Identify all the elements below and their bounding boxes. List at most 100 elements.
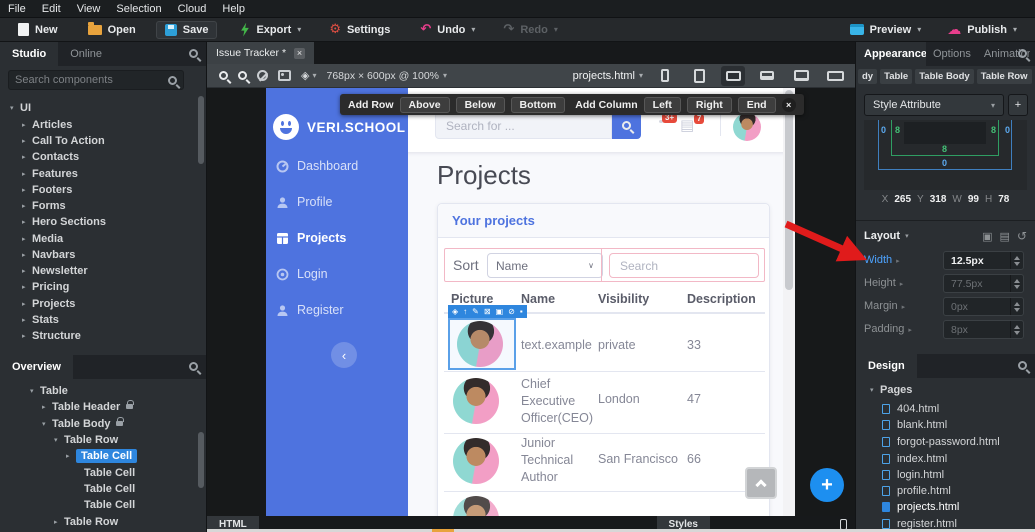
add-row-above-button[interactable]: Above	[399, 96, 450, 113]
height-label[interactable]: Height ▸	[864, 277, 903, 289]
width-stepper[interactable]	[1010, 252, 1023, 269]
breadcrumb-chip[interactable]: Table	[880, 69, 913, 84]
tab-appearance[interactable]: Appearance	[856, 42, 926, 66]
close-icon[interactable]: ×	[781, 97, 796, 112]
margin-stepper[interactable]	[1010, 298, 1023, 315]
pages-node[interactable]: ▾ Pages	[870, 384, 912, 396]
tab-issue-tracker[interactable]: Issue Tracker * ×	[207, 42, 315, 64]
zoom-out-icon[interactable]	[238, 71, 247, 80]
settings-button[interactable]: ⚙ Settings	[321, 21, 398, 38]
page-file-forgot-password[interactable]: forgot-password.html	[882, 436, 1000, 448]
breadcrumb-chip[interactable]: Table Row	[976, 69, 1032, 84]
brand[interactable]: VERI.SCHOOL	[273, 114, 406, 140]
image-placeholder-icon[interactable]	[278, 70, 291, 81]
tree-node-stats[interactable]: ▸ Stats	[22, 312, 59, 327]
canvas-dimensions[interactable]: 768px × 600px @ 100% ▾	[326, 70, 447, 82]
overview-node-table-cell[interactable]: Table Cell	[84, 497, 135, 512]
reset-styles-icon[interactable]: ↺	[1017, 230, 1027, 242]
overview-node-table-header[interactable]: ▸ Table Header	[42, 399, 135, 414]
undo-button[interactable]: ↶ Undo ▾	[412, 21, 483, 38]
padding-label[interactable]: Padding ▸	[864, 323, 912, 335]
selected-table-cell[interactable]	[448, 318, 516, 370]
width-input[interactable]: 12.5px	[943, 251, 1024, 270]
padding-left-value[interactable]: 8	[895, 125, 900, 135]
tree-node-articles[interactable]: ▸ Articles	[22, 117, 72, 132]
tree-node-ui[interactable]: ▾ UI	[10, 100, 31, 115]
tab-studio[interactable]: Studio	[0, 42, 59, 66]
tree-node-hero-sections[interactable]: ▸ Hero Sections	[22, 214, 106, 229]
sort-select[interactable]: Name ∨	[487, 253, 603, 278]
overview-node-table-row-2[interactable]: ▸ Table Row	[54, 514, 118, 529]
nav-login[interactable]: Login	[276, 267, 328, 281]
margin-right-value[interactable]: 0	[1005, 125, 1010, 135]
device-widescreen-button[interactable]	[823, 66, 847, 86]
publish-button[interactable]: ☁ Publish ▾	[939, 21, 1025, 39]
page-file-blank[interactable]: blank.html	[882, 419, 947, 431]
save-button[interactable]: Save	[155, 20, 218, 39]
device-screen-button[interactable]	[721, 65, 745, 86]
menu-file[interactable]: File	[8, 3, 26, 15]
export-button[interactable]: Export ▾	[231, 21, 309, 39]
messages-envelope-icon[interactable]: ▤	[680, 118, 694, 133]
add-style-attribute-button[interactable]: +	[1008, 94, 1028, 116]
sidebar-collapse-button[interactable]: ‹	[331, 342, 357, 368]
width-label[interactable]: Width ▸	[864, 254, 900, 266]
preview-button[interactable]: Preview ▾	[842, 22, 930, 38]
menu-edit[interactable]: Edit	[42, 3, 61, 15]
nav-register[interactable]: Register	[276, 303, 344, 317]
page-search-button[interactable]	[612, 112, 641, 139]
table-search-input[interactable]	[609, 253, 759, 278]
page-search-input[interactable]	[435, 112, 612, 139]
tree-node-newsletter[interactable]: ▸ Newsletter	[22, 263, 88, 278]
overview-search-icon[interactable]	[189, 362, 198, 371]
tab-overview[interactable]: Overview	[0, 355, 73, 379]
nav-profile[interactable]: Profile	[276, 195, 332, 209]
menu-help[interactable]: Help	[222, 3, 245, 15]
tree-node-navbars[interactable]: ▸ Navbars	[22, 247, 75, 262]
padding-input[interactable]: 8px	[943, 320, 1024, 339]
tree-node-features[interactable]: ▸ Features	[22, 166, 78, 181]
layers-dropdown[interactable]: ◈ ▾	[301, 70, 316, 81]
overview-node-table-cell[interactable]: Table Cell	[84, 465, 135, 480]
delete-icon[interactable]: ▪	[520, 307, 523, 316]
overview-node-table-row[interactable]: ▾ Table Row	[54, 432, 118, 447]
overview-node-table[interactable]: ▾ Table	[30, 383, 68, 398]
height-stepper[interactable]	[1010, 275, 1023, 292]
device-desktop-button[interactable]	[789, 66, 813, 86]
add-column-left-button[interactable]: Left	[643, 96, 681, 113]
padding-right-value[interactable]: 8	[991, 125, 996, 135]
nav-projects[interactable]: Projects	[276, 231, 346, 245]
user-avatar[interactable]	[733, 113, 761, 141]
tab-options[interactable]: Options	[926, 42, 978, 66]
page-file-404[interactable]: 404.html	[882, 403, 939, 415]
tree-node-contacts[interactable]: ▸ Contacts	[22, 149, 79, 164]
page-scrollbar-thumb[interactable]	[785, 90, 793, 290]
components-scrollbar[interactable]	[198, 96, 204, 164]
close-icon[interactable]: ×	[294, 47, 306, 59]
hide-icon[interactable]: ⊘	[508, 307, 515, 316]
copy-styles-icon[interactable]: ▣	[982, 231, 992, 242]
overview-node-table-cell-selected[interactable]: ▸ Table Cell	[66, 448, 138, 463]
add-component-fab[interactable]: +	[810, 468, 844, 502]
responsive-tools-icon[interactable]	[840, 518, 847, 530]
tree-node-pricing[interactable]: ▸ Pricing	[22, 279, 69, 294]
page-file-profile[interactable]: profile.html	[882, 485, 951, 497]
layout-section-header[interactable]: Layout ▾ ▣ ▤ ↺	[864, 228, 1027, 244]
page-file-login[interactable]: login.html	[882, 469, 944, 481]
open-button[interactable]: Open	[80, 21, 144, 38]
disable-styles-icon[interactable]	[257, 70, 268, 81]
design-search-icon[interactable]	[1018, 361, 1027, 370]
padding-bottom-value[interactable]: 8	[942, 144, 947, 154]
move-icon[interactable]: ◈	[452, 307, 458, 316]
tree-node-footers[interactable]: ▸ Footers	[22, 182, 72, 197]
device-tablet-button[interactable]	[687, 66, 711, 86]
margin-label[interactable]: Margin ▸	[864, 300, 905, 312]
select-parent-icon[interactable]: ↑	[463, 307, 467, 316]
page-file-projects-active[interactable]: projects.html	[882, 501, 959, 513]
paste-styles-icon[interactable]: ▤	[1000, 231, 1010, 242]
edit-icon[interactable]: ✎	[472, 307, 479, 316]
tree-node-projects[interactable]: ▸ Projects	[22, 296, 75, 311]
tree-node-media[interactable]: ▸ Media	[22, 231, 63, 246]
redo-button[interactable]: ↷ Redo ▾	[495, 21, 565, 38]
style-attribute-select[interactable]: Style Attribute ▾	[864, 94, 1004, 116]
